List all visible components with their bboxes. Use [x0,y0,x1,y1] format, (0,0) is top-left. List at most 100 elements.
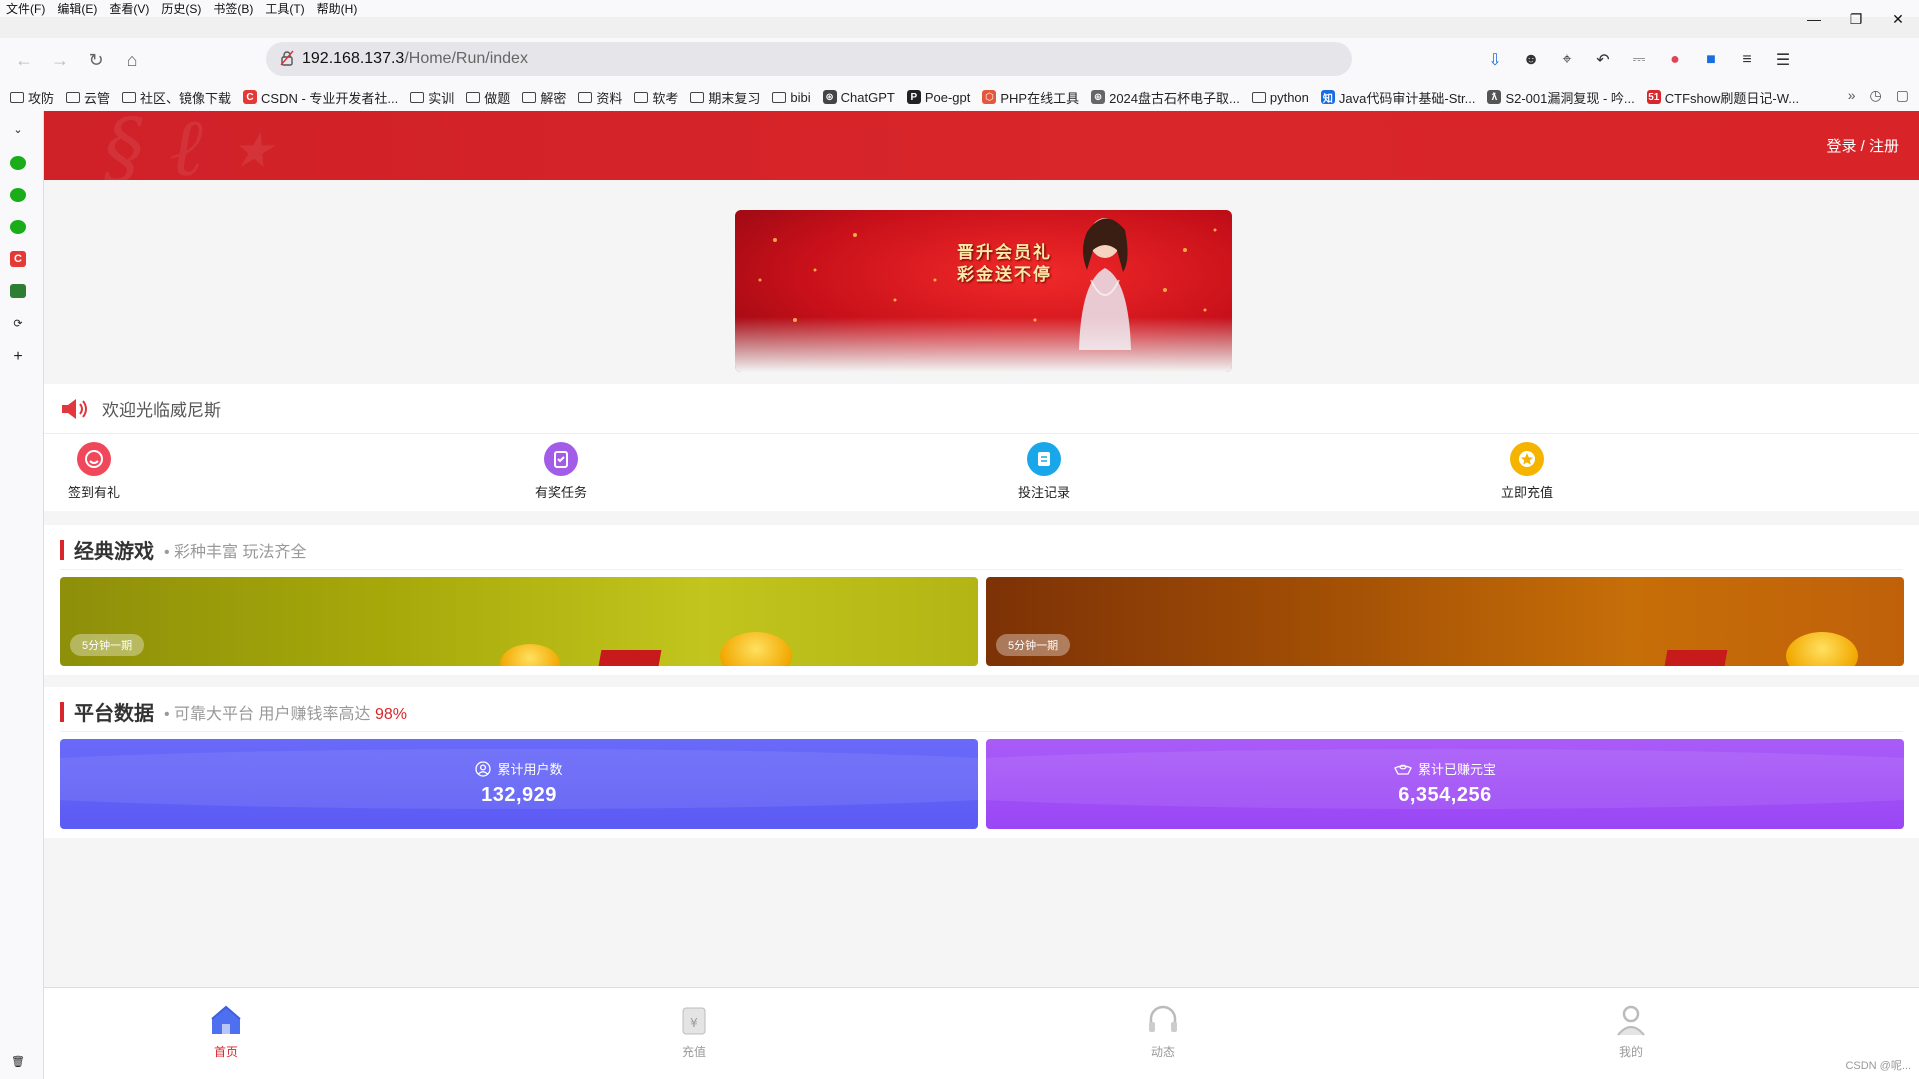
game-card[interactable]: 5分钟一期 [60,577,978,666]
game-card[interactable]: 5分钟一期 [986,577,1904,666]
bookmark-label: 云管 [84,90,111,106]
insecure-lock-icon[interactable] [280,50,294,66]
back-button[interactable]: ← [6,45,42,77]
bookmark-label: 社区、镜像下载 [140,90,232,106]
wechat-icon[interactable] [8,185,28,205]
bookmark-item[interactable]: ⬡ PHP在线工具 [982,88,1079,107]
add-panel-icon[interactable]: + [8,347,28,367]
tab-recharge-label: 充值 [681,1045,706,1059]
bet-history-button[interactable]: 投注记录 [994,442,1094,501]
bookmark-label: 软考 [652,90,679,106]
bottom-tab-bar: 首页 ¥ 充值 动态 我的 CSDN @呢... [44,987,1919,1079]
menu-history[interactable]: 历史(S) [155,0,207,17]
translate-extension-icon[interactable]: ■ [1695,44,1727,76]
bookmark-label: PHP在线工具 [1000,90,1080,106]
globe-favicon-icon: ⊕ [1091,90,1106,104]
home-icon [211,1005,241,1034]
bookmark-item[interactable]: 期末复习 [690,88,760,107]
menu-help[interactable]: 帮助(H) [311,0,364,17]
platform-data-section: 平台数据 • 可靠大平台 用户赚钱率高达 98% 累计用户数 132,929 累… [44,687,1919,838]
bookmark-label: 资料 [596,90,623,106]
bookmark-item[interactable]: ⊕ 2024盘古石杯电子取... [1091,88,1240,107]
bookmark-item[interactable]: 社区、镜像下载 [122,88,231,107]
address-bar[interactable]: 192.168.137.3/Home/Run/index [266,42,1352,76]
window-icon[interactable]: ▢ [1896,87,1909,104]
trash-icon[interactable]: 🗑 [8,1051,28,1071]
folder-icon [410,91,425,103]
bookmark-item[interactable]: P Poe-gpt [906,90,970,105]
home-button[interactable]: ⌂ [114,45,150,77]
folder-icon [772,91,787,103]
header-decoration: § ℓ ٭ [104,111,272,194]
crop-icon[interactable]: ⌖ [1551,44,1583,76]
coin-decoration [1786,632,1858,666]
window-controls: — ❐ ✕ [1793,0,1919,38]
bookmark-item[interactable]: 知 Java代码审计基础-Str... [1320,88,1475,107]
menu-tools[interactable]: 工具(T) [259,0,310,17]
banner-fade [735,317,1232,372]
extension-icon[interactable]: ⎓ [1623,44,1655,76]
tab-home[interactable]: 首页 [186,1002,266,1060]
undo-icon[interactable]: ↶ [1587,44,1619,76]
bookmark-item[interactable]: bibi [772,90,811,105]
sidebar-collapse-chevron-icon[interactable]: ⌄ [8,119,28,139]
login-register-link[interactable]: 登录 / 注册 [1826,135,1899,156]
folder-icon [66,91,81,103]
bookmark-item[interactable]: 云管 [66,88,110,107]
minimize-button[interactable]: — [1793,0,1835,38]
toolbar-actions: ⇩ ☻ ⌖ ↶ ⎓ ● ■ ≡ ☰ [1479,44,1799,76]
wallet-icon: ¥ [682,1007,706,1035]
promo-banner[interactable]: 晋升会员礼 彩金送不停 [735,210,1232,372]
svg-text:¥: ¥ [690,1016,698,1030]
restore-button[interactable]: ❐ [1835,0,1877,38]
checkin-reward-button[interactable]: 签到有礼 [44,442,144,501]
download-icon[interactable]: ⇩ [1479,44,1511,76]
tab-profile[interactable]: 我的 [1591,1002,1671,1060]
bookmark-item[interactable]: 资料 [578,88,622,107]
bookmark-item[interactable]: 解密 [522,88,566,107]
bookmark-label: CTFshow刷题日记-W... [1664,90,1800,106]
headset-icon [1149,1005,1177,1032]
bookmark-item[interactable]: python [1251,90,1309,105]
tab-recharge[interactable]: ¥ 充值 [654,1002,734,1060]
close-window-button[interactable]: ✕ [1877,0,1919,38]
csdn-icon[interactable]: C [8,249,28,269]
account-icon[interactable]: ☻ [1515,44,1547,76]
recharge-now-button[interactable]: 立即充值 [1477,442,1577,501]
reader-icon[interactable]: ≡ [1731,44,1763,76]
refresh-app-icon[interactable]: ⟳ [8,313,28,333]
shield-app-icon[interactable] [8,281,28,301]
bookmark-item[interactable]: 攻防 [10,88,54,107]
profile-extension-icon[interactable]: ● [1659,44,1691,76]
smile-icon [77,442,111,476]
overflow-chevron-icon[interactable]: » [1848,87,1856,104]
forward-button[interactable]: → [42,45,78,77]
wechat-icon[interactable] [8,153,28,173]
bookmark-item[interactable]: 做题 [466,88,510,107]
folder-icon [578,91,593,103]
menu-bookmarks[interactable]: 书签(B) [207,0,259,17]
reload-button[interactable]: ↻ [78,45,114,77]
hamburger-menu-icon[interactable]: ☰ [1767,44,1799,76]
menu-file[interactable]: 文件(F) [0,0,51,17]
menu-view[interactable]: 查看(V) [103,0,155,17]
bookmark-label: 期末复习 [708,90,761,106]
menu-edit[interactable]: 编辑(E) [51,0,103,17]
url-host: 192.168.137.3 [302,50,405,67]
bookmark-item[interactable]: C CSDN - 专业开发者社... [243,88,398,107]
user-icon [475,760,492,777]
tab-activity[interactable]: 动态 [1123,1002,1203,1060]
bookmark-item[interactable]: 51 CTFshow刷题日记-W... [1646,88,1800,107]
bookmark-item[interactable]: 软考 [634,88,678,107]
bookmark-item[interactable]: ƛ S2-001漏洞复现 - 吟... [1487,88,1635,107]
wechat-icon[interactable] [8,217,28,237]
clock-icon[interactable]: ◷ [1870,87,1882,104]
bookmark-label: S2-001漏洞复现 - 吟... [1505,90,1635,106]
reward-tasks-button[interactable]: 有奖任务 [511,442,611,501]
navigation-toolbar: ← → ↻ ⌂ 192.168.137.3/Home/Run/index ⇩ ☻… [0,38,1919,83]
arrow-right-icon: → [51,50,69,70]
bookmark-item[interactable]: 实训 [410,88,454,107]
bookmarks-bar: 攻防 云管 社区、镜像下载 C CSDN - 专业开发者社... 实训 做题 解密 资料 软考 期末… [0,83,1919,111]
document-list-icon [1027,442,1061,476]
bookmark-item[interactable]: ⊛ ChatGPT [822,90,895,105]
